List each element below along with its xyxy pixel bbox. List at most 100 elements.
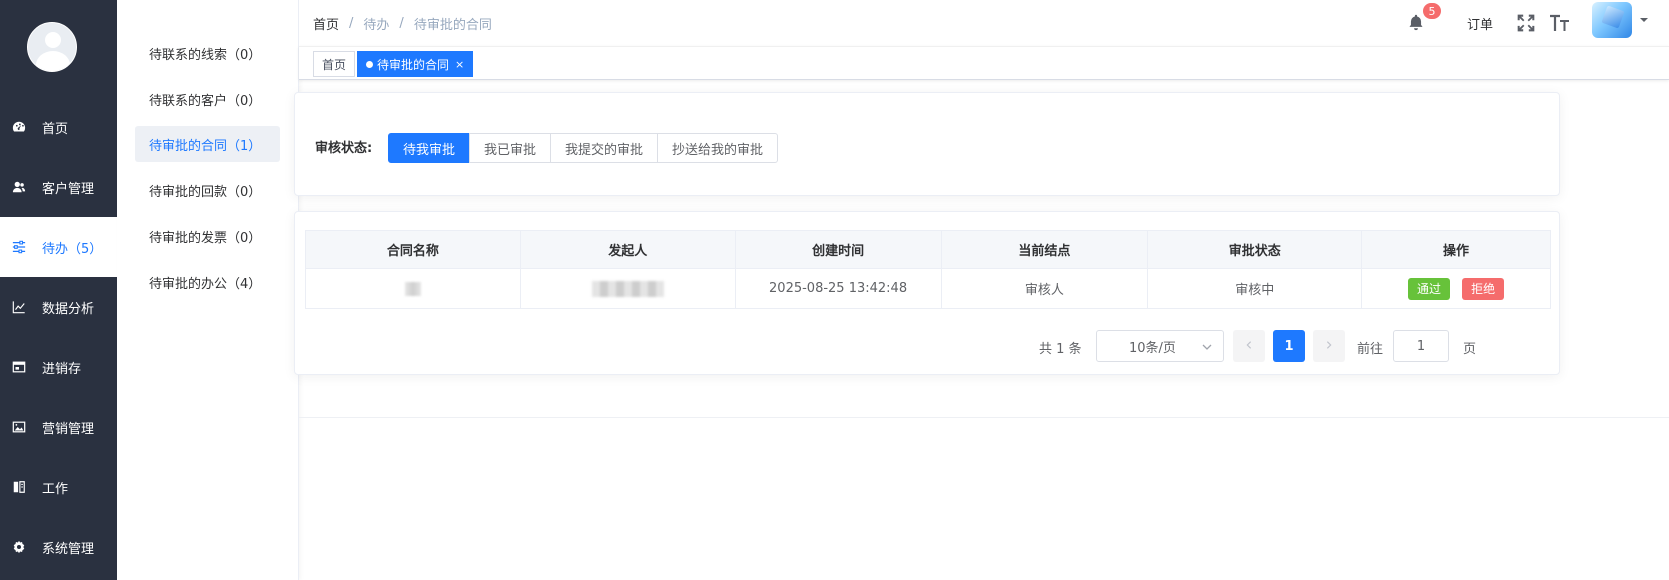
- close-icon[interactable]: ×: [455, 58, 464, 71]
- breadcrumb: 首页 / 待办 / 待审批的合同: [313, 14, 492, 33]
- sliders-icon: [12, 240, 26, 254]
- sidebar-item-work[interactable]: 工作: [0, 457, 117, 517]
- top-header: 首页 / 待办 / 待审批的合同 5 订单: [299, 0, 1669, 46]
- page-number-current[interactable]: 1: [1273, 330, 1305, 362]
- sidebar: 首页 客户管理 待办（5） 数据分析 进销存 营销管理 工作 系统管理: [0, 0, 117, 580]
- sidebar-item-system[interactable]: 系统管理: [0, 517, 117, 577]
- breadcrumb-home[interactable]: 首页: [313, 14, 339, 33]
- tag-label: 待审批的合同: [377, 57, 450, 72]
- chevron-left-icon: [1244, 339, 1254, 354]
- cell-actions: 通过 拒绝: [1361, 268, 1551, 309]
- sidebar-item-analytics[interactable]: 数据分析: [0, 277, 117, 337]
- page-size-value: 10条/页: [1129, 340, 1176, 356]
- subnav-item-label: 待审批的合同（1）: [149, 138, 262, 154]
- tags-view-bar: 首页 待审批的合同 ×: [299, 46, 1669, 80]
- subnav-item-customers[interactable]: 待联系的客户（0）: [135, 81, 280, 117]
- page-size-select[interactable]: 10条/页: [1096, 330, 1224, 362]
- column-header: 当前结点: [940, 230, 1149, 269]
- subnav-item-invoices[interactable]: 待审批的发票（0）: [135, 218, 280, 254]
- breadcrumb-current: 待审批的合同: [413, 18, 492, 33]
- chevron-down-icon: [1201, 341, 1213, 353]
- subnav-item-label: 待审批的办公（4）: [149, 276, 262, 292]
- content-divider: [299, 417, 1669, 418]
- breadcrumb-separator: /: [349, 16, 354, 31]
- sidebar-item-label: 首页: [42, 121, 69, 137]
- gear-icon: [12, 540, 26, 554]
- pagination: 共 1 条 10条/页 1 前往 页: [295, 330, 1559, 362]
- image-icon: [12, 420, 26, 434]
- cell-current-node: 审核人: [940, 268, 1149, 309]
- cell-initiator: [519, 268, 736, 309]
- tag-label: 首页: [322, 57, 347, 72]
- sidebar-item-inventory[interactable]: 进销存: [0, 337, 117, 397]
- window-icon: [12, 360, 26, 374]
- subnav-item-label: 待联系的线索（0）: [149, 47, 262, 63]
- book-icon: [12, 480, 26, 494]
- approval-table: 合同名称 发起人 创建时间 当前结点 审批状态 操作 2025-08-25 13…: [305, 230, 1551, 309]
- subnav-item-contracts[interactable]: 待审批的合同（1）: [135, 126, 280, 162]
- tag-contracts[interactable]: 待审批的合同 ×: [357, 51, 474, 77]
- sidebar-item-label: 系统管理: [42, 541, 95, 557]
- filter-label: 审核状态:: [315, 141, 373, 156]
- chart-line-icon: [12, 300, 26, 314]
- avatar-body-shape: [36, 51, 70, 71]
- subnav-item-label: 待审批的回款（0）: [149, 184, 262, 200]
- sidebar-item-marketing[interactable]: 营销管理: [0, 397, 117, 457]
- subnav-item-label: 待审批的发票（0）: [149, 230, 262, 246]
- status-option-submitted[interactable]: 我提交的审批: [550, 133, 659, 163]
- breadcrumb-separator: /: [399, 16, 404, 31]
- status-segmented-control: 待我审批 我已审批 我提交的审批 抄送给我的审批: [388, 133, 779, 163]
- status-option-pending-mine[interactable]: 待我审批: [388, 133, 471, 163]
- order-link[interactable]: 订单: [1467, 14, 1493, 33]
- cell-contract-name[interactable]: [305, 268, 521, 309]
- column-header: 合同名称: [305, 230, 521, 269]
- prev-page-button[interactable]: [1233, 330, 1265, 362]
- pagination-total: 共 1 条: [1039, 342, 1082, 357]
- page-unit-label: 页: [1463, 342, 1477, 357]
- goto-label: 前往: [1357, 342, 1384, 357]
- status-option-cc[interactable]: 抄送给我的审批: [657, 133, 779, 163]
- active-dot-icon: [366, 60, 373, 68]
- reject-button[interactable]: 拒绝: [1462, 277, 1505, 300]
- sidebar-avatar[interactable]: [27, 22, 77, 72]
- breadcrumb-todo[interactable]: 待办: [363, 14, 389, 33]
- subnav-item-payments[interactable]: 待审批的回款（0）: [135, 172, 280, 208]
- table-row[interactable]: 2025-08-25 13:42:48 审核人 审核中 通过 拒绝: [305, 268, 1551, 309]
- cell-approval-status: 审核中: [1147, 268, 1363, 309]
- column-header: 创建时间: [734, 230, 942, 269]
- sidebar-item-label: 营销管理: [42, 421, 95, 437]
- sidebar-item-todo[interactable]: 待办（5）: [0, 217, 117, 277]
- goto-page-input[interactable]: [1393, 330, 1449, 362]
- tag-home[interactable]: 首页: [313, 51, 356, 77]
- cell-created-at: 2025-08-25 13:42:48: [734, 268, 942, 309]
- filter-card: 审核状态: 待我审批 我已审批 我提交的审批 抄送给我的审批: [294, 92, 1560, 196]
- sidebar-item-label: 进销存: [42, 361, 82, 377]
- sidebar-item-customers[interactable]: 客户管理: [0, 157, 117, 217]
- chevron-right-icon: [1324, 339, 1334, 354]
- status-option-approved[interactable]: 我已审批: [469, 133, 552, 163]
- notification-badge: 5: [1423, 3, 1441, 19]
- table-card: 合同名称 发起人 创建时间 当前结点 审批状态 操作 2025-08-25 13…: [294, 211, 1560, 375]
- sidebar-item-label: 待办（5）: [42, 241, 103, 257]
- fullscreen-icon[interactable]: [1517, 14, 1535, 32]
- sidebar-item-label: 客户管理: [42, 181, 95, 197]
- todo-subnav: 待联系的线索（0） 待联系的客户（0） 待审批的合同（1） 待审批的回款（0） …: [117, 0, 299, 580]
- avatar-cube-shape: [1601, 5, 1625, 29]
- font-size-icon[interactable]: [1549, 13, 1571, 33]
- user-avatar[interactable]: [1592, 2, 1632, 38]
- table-header-row: 合同名称 发起人 创建时间 当前结点 审批状态 操作: [305, 230, 1551, 269]
- dashboard-icon: [12, 120, 26, 134]
- subnav-item-label: 待联系的客户（0）: [149, 93, 262, 109]
- sidebar-item-home[interactable]: 首页: [0, 97, 117, 157]
- sidebar-item-label: 工作: [42, 481, 69, 497]
- column-header: 操作: [1361, 230, 1551, 269]
- avatar-head-shape: [45, 32, 61, 48]
- caret-down-icon[interactable]: [1639, 14, 1649, 24]
- subnav-item-leads[interactable]: 待联系的线索（0）: [135, 35, 280, 71]
- column-header: 发起人: [519, 230, 736, 269]
- next-page-button[interactable]: [1313, 330, 1345, 362]
- approve-button[interactable]: 通过: [1407, 277, 1450, 300]
- redacted-text: [591, 280, 664, 297]
- subnav-item-office[interactable]: 待审批的办公（4）: [135, 264, 280, 300]
- column-header: 审批状态: [1147, 230, 1363, 269]
